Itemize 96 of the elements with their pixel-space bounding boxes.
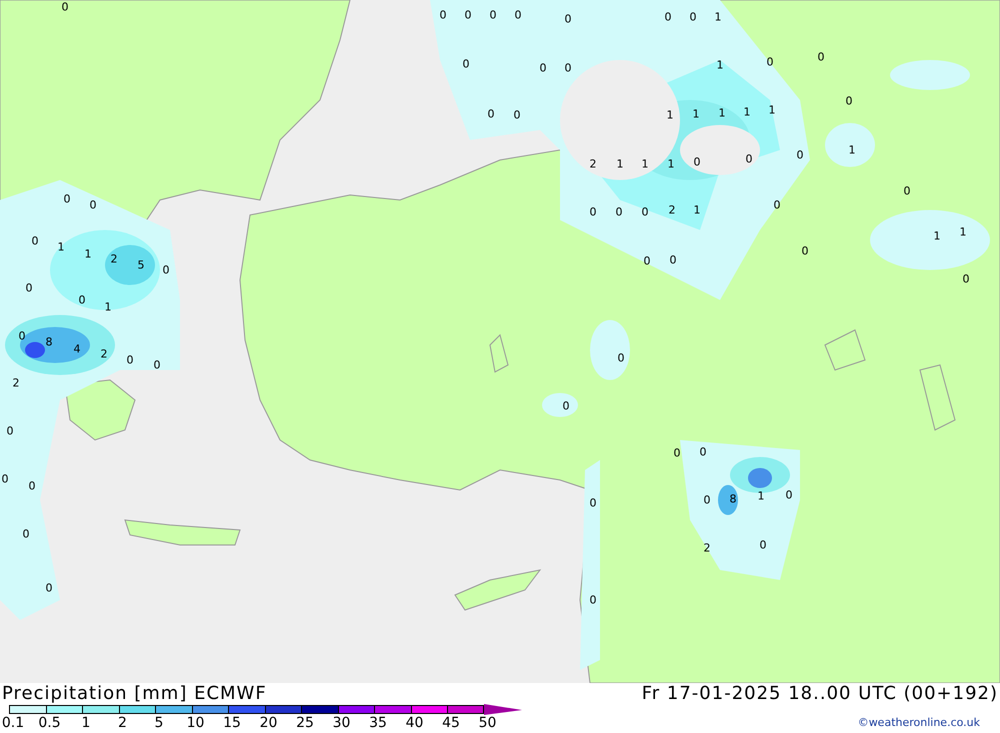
legend-tick-label: 50 <box>478 715 496 731</box>
precipitation-value: 0 <box>796 150 804 160</box>
precipitation-value: 0 <box>32 236 38 246</box>
precipitation-value: 0 <box>704 494 710 506</box>
precipitation-value: 0 <box>644 256 650 266</box>
precipitation-value: 0 <box>78 294 86 306</box>
precipitation-value: 0 <box>2 474 8 484</box>
precipitation-value: 1 <box>718 108 726 118</box>
precipitation-value: 0 <box>22 528 30 540</box>
precipitation-value: 2 <box>12 378 20 388</box>
precipitation-value: 0 <box>28 480 36 492</box>
precipitation-value: 1 <box>84 248 92 260</box>
legend-tick-label: 15 <box>223 715 241 731</box>
legend-tick-label: 2 <box>118 715 127 731</box>
precipitation-value: 0 <box>90 200 96 210</box>
precipitation-value: 0 <box>590 206 596 218</box>
credit-link[interactable]: ©weatheronline.co.uk <box>858 716 980 728</box>
legend-tick-label: 0.5 <box>38 715 61 731</box>
precipitation-value: 1 <box>692 108 700 120</box>
precipitation-value: 1 <box>758 490 764 502</box>
precipitation-value: 0 <box>6 426 14 436</box>
precipitation-value: 0 <box>664 12 672 22</box>
precipitation-value: 8 <box>730 494 736 504</box>
precipitation-value: 5 <box>138 260 144 270</box>
legend-tick-label: 5 <box>154 715 164 731</box>
precipitation-value: 1 <box>104 302 112 312</box>
legend-tick-label: 25 <box>296 715 314 731</box>
precipitation-value: 1 <box>960 226 966 238</box>
legend-tick-label: 10 <box>186 715 204 731</box>
precipitation-value: 0 <box>46 582 52 594</box>
precipitation-value: 0 <box>464 10 472 20</box>
precipitation-value: 0 <box>462 58 470 70</box>
precipitation-value: 0 <box>802 246 808 256</box>
precipitation-value: 0 <box>700 446 706 458</box>
precipitation-value: 8 <box>46 336 52 348</box>
precipitation-value: 1 <box>666 110 674 120</box>
precipitation-value: 0 <box>562 400 570 412</box>
precipitation-value: 2 <box>704 542 710 554</box>
precipitation-value: 0 <box>590 498 596 508</box>
precipitation-value: 4 <box>74 344 80 354</box>
forecast-datetime: Fr 17-01-2025 18..00 UTC (00+192) <box>642 683 998 704</box>
precipitation-value: 2 <box>590 158 596 170</box>
precipitation-value: 1 <box>744 106 750 118</box>
precipitation-value: 0 <box>670 254 676 266</box>
precipitation-value: 0 <box>488 108 494 120</box>
precipitation-value: 1 <box>716 60 724 70</box>
precipitation-value: 0 <box>564 62 572 74</box>
precipitation-value: 0 <box>766 56 774 68</box>
precipitation-value: 1 <box>694 204 700 216</box>
precipitation-value: 0 <box>154 360 160 370</box>
precipitation-value: 0 <box>62 2 68 12</box>
precipitation-value: 0 <box>162 264 170 276</box>
precipitation-value: 0 <box>616 206 622 218</box>
precipitation-value: 1 <box>642 158 648 170</box>
precipitation-value: 2 <box>668 204 676 216</box>
precipitation-value: 0 <box>904 186 910 196</box>
precipitation-value: 0 <box>774 200 780 210</box>
precipitation-value: 0 <box>818 52 824 62</box>
legend-tick-label: 30 <box>332 715 350 731</box>
precipitation-value: 0 <box>690 12 696 22</box>
precipitation-value: 0 <box>674 448 680 458</box>
legend-tick-label: 20 <box>260 715 278 731</box>
precipitation-value: 1 <box>768 104 776 116</box>
legend-tick-label: 45 <box>442 715 460 731</box>
precipitation-value: 2 <box>110 254 118 264</box>
precipitation-value: 1 <box>934 230 940 242</box>
precipitation-value: 0 <box>618 352 624 364</box>
legend-tick-label: 40 <box>406 715 424 731</box>
precipitation-value: 0 <box>590 594 596 606</box>
precipitation-value: 1 <box>848 144 856 156</box>
precipitation-value: 2 <box>100 348 108 360</box>
precipitation-value: 1 <box>668 158 674 170</box>
precipitation-value: 0 <box>786 490 792 500</box>
precipitation-value: 1 <box>58 242 64 252</box>
precipitation-value: 0 <box>514 10 522 20</box>
precipitation-value: 0 <box>694 156 700 168</box>
legend-tick-label: 0.1 <box>2 715 24 731</box>
precipitation-value: 1 <box>714 12 722 22</box>
legend-tick-label: 35 <box>369 715 387 731</box>
precipitation-value: 0 <box>564 14 572 24</box>
precipitation-value: 0 <box>440 10 446 20</box>
precipitation-value: 0 <box>26 282 32 294</box>
precipitation-value: 0 <box>962 274 970 284</box>
precipitation-value: 0 <box>642 206 648 218</box>
precipitation-value: 0 <box>18 330 26 342</box>
legend-tick-label: 1 <box>82 715 90 731</box>
precipitation-value: 1 <box>616 158 624 170</box>
precipitation-value: 0 <box>490 10 496 20</box>
precipitation-value: 0 <box>760 540 766 550</box>
precipitation-value: 0 <box>126 354 134 366</box>
chart-title: Precipitation [mm] ECMWF <box>2 683 267 704</box>
precipitation-value: 0 <box>746 154 752 164</box>
precipitation-value: 0 <box>64 194 70 204</box>
precipitation-value: 0 <box>540 62 546 74</box>
precipitation-value: 0 <box>846 96 852 106</box>
precipitation-value: 0 <box>514 110 520 120</box>
